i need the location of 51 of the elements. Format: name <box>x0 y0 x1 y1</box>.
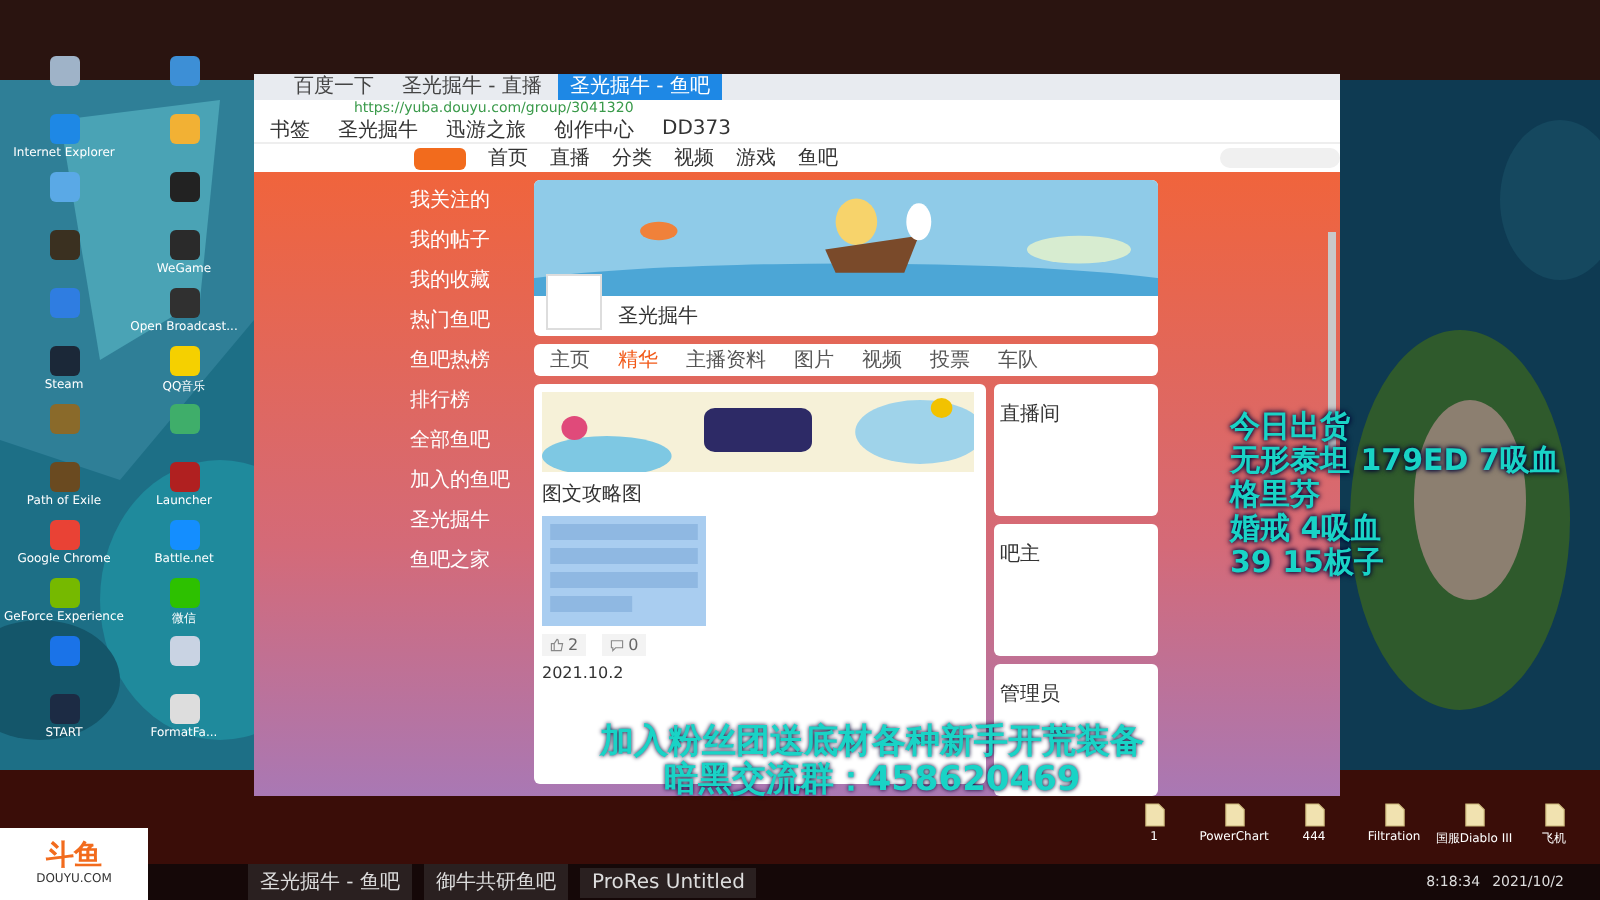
group-tab[interactable]: 主播资料 <box>686 346 766 374</box>
card-title: 吧主 <box>1000 544 1040 566</box>
logo-text: 斗鱼 <box>46 842 102 872</box>
bookmark[interactable]: 创作中心 <box>554 115 634 143</box>
like-button[interactable]: 2 <box>542 634 587 656</box>
overlay-text: 格里芬 <box>1230 478 1322 512</box>
app-icon[interactable] <box>169 288 199 318</box>
taskbar-item[interactable]: 圣光掘牛 - 鱼吧 <box>248 864 412 900</box>
nav-link[interactable]: 首页 <box>488 144 528 172</box>
group-tab[interactable]: 主页 <box>550 346 590 374</box>
card-title: 直播间 <box>1000 404 1060 426</box>
file-icon[interactable] <box>1303 802 1325 828</box>
group-tab[interactable]: 投票 <box>930 346 970 374</box>
comment-icon <box>610 638 625 652</box>
group-tab[interactable]: 车队 <box>998 346 1038 374</box>
group-tab[interactable]: 视频 <box>862 346 902 374</box>
app-icon[interactable] <box>49 346 79 376</box>
taskbar-item[interactable]: ProRes Untitled <box>579 867 757 897</box>
search-field[interactable] <box>1220 148 1340 168</box>
file-icon[interactable] <box>1383 802 1405 828</box>
app-icon[interactable] <box>169 230 199 260</box>
browser-tab[interactable]: 圣光掘牛 - 鱼吧 <box>557 74 722 100</box>
card-title: 管理员 <box>1000 684 1060 706</box>
file-icon[interactable] <box>1143 802 1165 828</box>
browser-tab[interactable]: 圣光掘牛 - 直播 <box>390 74 554 100</box>
bookmark[interactable]: 书签 <box>270 115 310 143</box>
thumbs-up-icon <box>550 638 564 652</box>
browser-tab[interactable]: 百度一下 <box>282 74 386 100</box>
group-tab[interactable]: 图片 <box>794 346 834 374</box>
nav-link[interactable]: 鱼吧 <box>798 144 838 172</box>
post-date: 2021.10.2 <box>542 664 626 682</box>
file-icon[interactable] <box>1463 802 1485 828</box>
app-icon[interactable] <box>49 56 79 86</box>
file-icon[interactable] <box>1223 802 1245 828</box>
site-logo[interactable] <box>414 147 466 169</box>
group-name: 圣光掘牛 <box>618 303 698 330</box>
group-avatar <box>546 274 602 330</box>
bookmark[interactable]: 圣光掘牛 <box>338 115 418 143</box>
nav-link[interactable]: 视频 <box>674 144 714 172</box>
bookmark[interactable]: DD373 <box>662 118 731 140</box>
file-icon[interactable] <box>1543 802 1565 828</box>
nav-link[interactable]: 游戏 <box>736 144 776 172</box>
nav-link[interactable]: 分类 <box>612 144 652 172</box>
bookmark[interactable]: 迅游之旅 <box>446 115 526 143</box>
app-icon[interactable] <box>169 172 199 202</box>
overlay-text: 今日出货 <box>1230 410 1352 444</box>
taskbar-item[interactable]: 御牛共研鱼吧 <box>423 864 568 900</box>
comment-button[interactable]: 0 <box>602 634 647 656</box>
nav-link[interactable]: 直播 <box>550 144 590 172</box>
post-title[interactable]: 图文攻略图 <box>542 480 978 508</box>
app-icon[interactable] <box>169 56 199 86</box>
